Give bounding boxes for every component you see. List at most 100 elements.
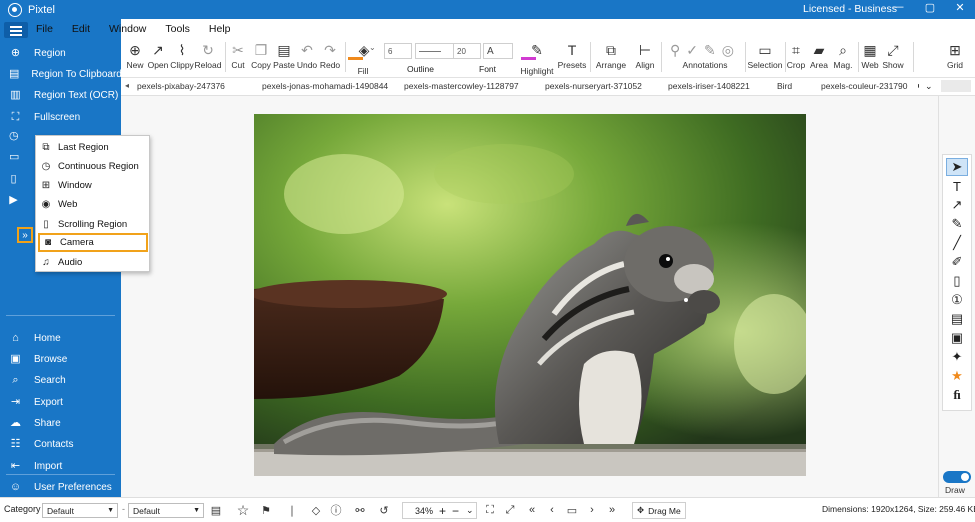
new-button[interactable]: ⊕ New xyxy=(125,40,145,76)
crop-button[interactable]: ⌗ Crop xyxy=(787,40,805,76)
first-image-icon[interactable]: « xyxy=(525,503,539,517)
menu-item-scrolling-region[interactable]: ▯ Scrolling Region xyxy=(38,215,148,234)
slideshow-icon[interactable]: ▭ xyxy=(565,503,579,517)
previous-image-icon[interactable]: ‹ xyxy=(545,503,559,517)
maximize-button[interactable]: ▢ xyxy=(915,1,945,14)
align-button[interactable]: ⊢ Align xyxy=(633,40,657,76)
sidebar-item-export[interactable]: ⇥ Export xyxy=(0,392,121,412)
show-button[interactable]: ⤢ Show xyxy=(882,40,904,76)
ligature-tool-icon[interactable]: ﬁ xyxy=(946,386,968,404)
tab-item[interactable]: Bird xyxy=(777,81,792,91)
clippy-button[interactable]: ⌇ Clippy xyxy=(170,40,194,76)
presets-button[interactable]: T Presets xyxy=(558,40,587,76)
sidebar-item-contacts[interactable]: ☷ Contacts xyxy=(0,434,121,454)
tabs-dropdown-icon[interactable]: ⌄ xyxy=(925,81,933,92)
fit-screen-icon[interactable]: ⛶ xyxy=(483,503,497,517)
pen-tool-icon[interactable]: ✎ xyxy=(946,215,968,233)
sidebar-item-home[interactable]: ⌂ Home xyxy=(0,328,121,348)
tab-item[interactable]: pexels-nurseryart-371052 xyxy=(545,81,642,91)
menu-item-continuous-region[interactable]: ◷ Continuous Region xyxy=(38,157,148,176)
sidebar-item-scroll[interactable]: ▯ xyxy=(0,169,30,189)
text-tool-icon[interactable]: T xyxy=(946,177,968,195)
menu-item-last-region[interactable]: ⧉ Last Region xyxy=(38,138,148,157)
grid-button[interactable]: ⊞ Grid xyxy=(946,40,964,76)
zoom-value[interactable]: 34% xyxy=(415,506,433,516)
tab-item[interactable]: pexels-iriser-1408221 xyxy=(668,81,750,91)
font-color-select[interactable]: A xyxy=(483,43,513,59)
menu-item-window[interactable]: ⊞ Window xyxy=(38,176,148,195)
menu-item-web[interactable]: ◉ Web xyxy=(38,195,148,214)
note-tool-icon[interactable]: ▯ xyxy=(946,272,968,290)
arrange-button[interactable]: ⧉ Arrange xyxy=(595,40,627,76)
annotations-button[interactable]: ⚲✓✎◎ Annotations xyxy=(667,40,743,76)
menu-item-camera[interactable]: ◙ Camera xyxy=(38,233,148,252)
open-button[interactable]: ↗ Open xyxy=(147,40,169,76)
font-size-select[interactable]: 20 xyxy=(453,43,481,59)
menu-edit[interactable]: Edit xyxy=(64,23,90,35)
tag-icon[interactable]: ◇ xyxy=(309,503,323,517)
magnify-button[interactable]: ⌕ Mag. xyxy=(832,40,854,76)
sidebar-item-share[interactable]: ☁ Share xyxy=(0,413,121,433)
chevron-down-icon[interactable]: ⌄ xyxy=(466,505,474,516)
menu-file[interactable]: File xyxy=(28,23,53,35)
menu-help[interactable]: Help xyxy=(201,23,231,35)
sidebar-item-video[interactable]: ▶ xyxy=(0,190,30,210)
sidebar-item-search[interactable]: ⌕ Search xyxy=(0,370,121,390)
tab-item[interactable]: pexels-pixabay-247376 xyxy=(137,81,225,91)
next-image-icon[interactable]: › xyxy=(585,503,599,517)
outline-width-select[interactable]: 6 xyxy=(384,43,412,59)
effects-tool-icon[interactable]: ✦ xyxy=(946,348,968,366)
category-select[interactable]: Default ▼ xyxy=(42,503,118,518)
drag-me-button[interactable]: ✥ Drag Me xyxy=(632,502,686,519)
draw-toggle[interactable] xyxy=(943,471,971,483)
menu-tools[interactable]: Tools xyxy=(157,23,190,35)
paste-button[interactable]: ▤ Paste xyxy=(273,40,295,76)
bookmark-icon[interactable]: ❙ xyxy=(285,503,299,517)
redo-button[interactable]: ↷ Redo xyxy=(320,40,340,76)
undo-button[interactable]: ↶ Undo xyxy=(297,40,317,76)
link-icon[interactable]: ⚯ xyxy=(353,503,367,517)
star-tool-icon[interactable]: ★ xyxy=(946,367,968,385)
sidebar-item-window[interactable]: ▭ xyxy=(0,147,30,167)
last-image-icon[interactable]: » xyxy=(605,503,619,517)
style-select[interactable]: Default ▼ xyxy=(128,503,204,518)
sidebar-item-timer[interactable]: ◷ xyxy=(0,126,30,146)
hamburger-menu-icon[interactable] xyxy=(4,22,28,38)
info-icon[interactable]: ⓘ xyxy=(329,503,343,517)
star-outline-icon[interactable]: ☆ xyxy=(236,502,250,518)
history-icon[interactable]: ↺ xyxy=(377,503,391,517)
sidebar-item-region-to-clipboard[interactable]: ▤ Region To Clipboard xyxy=(0,64,122,84)
minimize-button[interactable]: — xyxy=(883,1,913,13)
pointer-tool-icon[interactable]: ➤ xyxy=(946,158,968,176)
reload-button[interactable]: ↻ Reload xyxy=(195,40,222,76)
chevron-down-icon[interactable]: ⌄ xyxy=(369,43,376,52)
sidebar-item-region[interactable]: ⊕ Region xyxy=(0,43,121,63)
tab-item[interactable]: pexels-jonas-mohamadi-1490844 xyxy=(262,81,388,91)
image-tool-icon[interactable]: ▣ xyxy=(946,329,968,347)
sidebar-item-fullscreen[interactable]: ⛶ Fullscreen xyxy=(0,107,121,127)
copy-button[interactable]: ❐ Copy xyxy=(251,40,271,76)
menu-window[interactable]: Window xyxy=(101,23,146,35)
sidebar-item-import[interactable]: ⇤ Import xyxy=(0,456,121,476)
tab-item[interactable]: pexels-couleur-231790 xyxy=(821,81,917,91)
area-button[interactable]: ▰ Area xyxy=(810,40,828,76)
sidebar-item-user-preferences[interactable]: ☺ User Preferences xyxy=(0,477,121,497)
zoom-in-icon[interactable]: + xyxy=(439,504,446,518)
step-number-tool-icon[interactable]: ① xyxy=(946,291,968,309)
actual-size-icon[interactable]: ⤢ xyxy=(503,503,517,517)
properties-icon[interactable]: ▤ xyxy=(209,503,223,517)
zoom-out-icon[interactable]: − xyxy=(452,504,459,518)
tab-item[interactable]: pexels-mastercowley-1128797 xyxy=(404,81,519,91)
tab-scroll-left-icon[interactable]: ◂ xyxy=(125,81,129,90)
sidebar-item-region-text-ocr[interactable]: ▥ Region Text (OCR) xyxy=(0,85,121,105)
sidebar-item-browse[interactable]: ▣ Browse xyxy=(0,349,121,369)
selection-button[interactable]: ▭ Selection xyxy=(747,40,783,76)
document-tool-icon[interactable]: ▤ xyxy=(946,310,968,328)
arrow-tool-icon[interactable]: ↗ xyxy=(946,196,968,214)
line-tool-icon[interactable]: ╱ xyxy=(946,234,968,252)
web-button[interactable]: ▦ Web xyxy=(861,40,879,76)
cut-button[interactable]: ✂ Cut xyxy=(229,40,247,76)
close-button[interactable]: ✕ xyxy=(945,1,975,14)
menu-item-audio[interactable]: ♫ Audio xyxy=(38,253,148,272)
expand-more-button[interactable]: » xyxy=(17,227,33,243)
